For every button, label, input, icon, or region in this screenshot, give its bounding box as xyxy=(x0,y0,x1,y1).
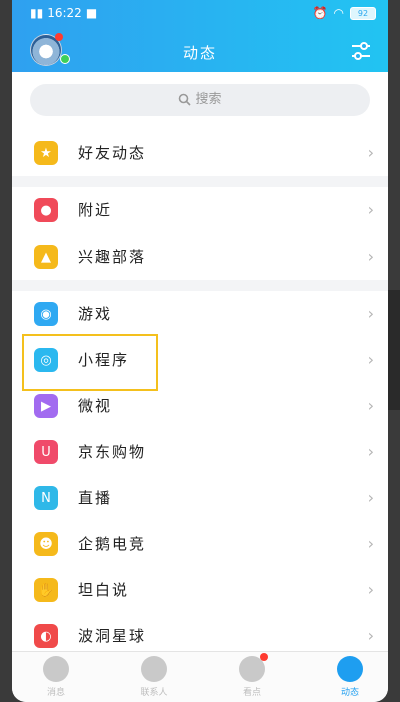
tab-messages[interactable]: 消息 xyxy=(26,656,86,698)
planet-icon xyxy=(337,656,363,682)
chevron-right-icon: › xyxy=(367,200,374,219)
group-nearby: ● 附近 › ▲ 兴趣部落 › xyxy=(12,187,388,280)
notification-dot xyxy=(55,33,63,41)
tab-label: 看点 xyxy=(242,688,261,698)
page-title: 动态 xyxy=(182,44,217,62)
chevron-right-icon: › xyxy=(367,247,374,266)
play-icon: ▶ xyxy=(34,394,58,418)
star-icon: ★ xyxy=(34,141,58,165)
search-input[interactable]: 搜索 xyxy=(30,84,370,116)
search-area: 搜索 xyxy=(12,72,388,130)
tab-dynamic[interactable]: 动态 xyxy=(320,656,380,698)
notification-dot xyxy=(260,653,268,661)
list-item-live[interactable]: N 直播 › xyxy=(12,475,388,521)
eye-icon xyxy=(239,653,268,682)
contacts-icon xyxy=(141,656,167,682)
search-icon xyxy=(179,93,192,106)
triangle-tribe-icon: ▲ xyxy=(34,245,58,269)
group-friends: ★ 好友动态 › xyxy=(12,130,388,176)
live-icon: N xyxy=(34,486,58,510)
list-item-label: 企鹅电竞 xyxy=(78,535,147,553)
hand-icon: ✋ xyxy=(34,578,58,602)
tab-label: 联系人 xyxy=(140,688,168,698)
tab-label: 消息 xyxy=(46,688,65,698)
chat-icon xyxy=(43,656,69,682)
battery-indicator: 92 xyxy=(350,6,376,20)
list-item-label: 坦白说 xyxy=(78,581,130,599)
wifi-icon: ◠ xyxy=(333,6,344,20)
gamepad-icon: ◉ xyxy=(34,302,58,326)
screen-edge xyxy=(388,290,400,410)
chevron-right-icon: › xyxy=(367,534,374,553)
tab-kandian[interactable]: 看点 xyxy=(222,653,282,698)
list-item-nearby[interactable]: ● 附近 › xyxy=(12,187,388,233)
camera-icon: ■ xyxy=(85,6,98,20)
list-item-label: 好友动态 xyxy=(78,144,147,162)
location-pin-icon: ● xyxy=(34,198,58,222)
header-bar: ▮▮ 16:22 ■ ⏰ ◠ 92 动态 xyxy=(12,0,388,72)
alarm-icon: ⏰ xyxy=(312,6,328,20)
list-item-label: 京东购物 xyxy=(78,443,147,461)
settings-sliders-icon[interactable] xyxy=(350,40,372,62)
phone-screen: ▮▮ 16:22 ■ ⏰ ◠ 92 动态 搜索 ★ 好友动态 › ● 附近 › … xyxy=(12,0,388,702)
list-item-confession[interactable]: ✋ 坦白说 › xyxy=(12,567,388,613)
tab-contacts[interactable]: 联系人 xyxy=(124,656,184,698)
shopping-bag-icon: U xyxy=(34,440,58,464)
status-time: 16:22 xyxy=(47,6,82,20)
list-item-label: 游戏 xyxy=(78,305,113,323)
list-item-label: 兴趣部落 xyxy=(78,248,147,266)
chevron-right-icon: › xyxy=(367,350,374,369)
chevron-right-icon: › xyxy=(367,442,374,461)
esports-icon: ☻ xyxy=(34,532,58,556)
search-placeholder: 搜索 xyxy=(195,92,222,107)
chevron-right-icon: › xyxy=(367,143,374,162)
list-item-friend-feed[interactable]: ★ 好友动态 › xyxy=(12,130,388,176)
chevron-right-icon: › xyxy=(367,304,374,323)
chevron-right-icon: › xyxy=(367,580,374,599)
highlight-box xyxy=(22,334,158,391)
list-item-jd-shopping[interactable]: U 京东购物 › xyxy=(12,429,388,475)
list-item-games[interactable]: ◉ 游戏 › xyxy=(12,291,388,337)
list-item-interest-tribe[interactable]: ▲ 兴趣部落 › xyxy=(12,234,388,280)
signal-icon: ▮▮ xyxy=(30,6,44,20)
chevron-right-icon: › xyxy=(367,488,374,507)
status-bar: ▮▮ 16:22 ■ ⏰ ◠ 92 xyxy=(12,0,388,26)
list-item-label: 附近 xyxy=(78,201,113,219)
chevron-right-icon: › xyxy=(367,396,374,415)
tab-label: 动态 xyxy=(340,688,359,698)
planet-icon: ◐ xyxy=(34,624,58,648)
bottom-tab-bar: 消息 联系人 看点 动态 xyxy=(12,651,388,702)
list-item-label: 直播 xyxy=(78,489,113,507)
list-item-esports[interactable]: ☻ 企鹅电竞 › xyxy=(12,521,388,567)
